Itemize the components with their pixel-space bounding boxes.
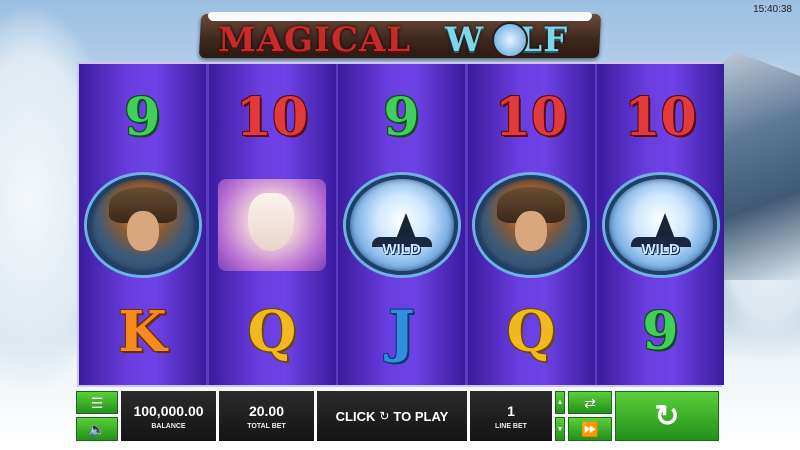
total-bet-value: 20.00 — [248, 402, 285, 419]
wolf-head — [248, 192, 294, 251]
symbol-label: 9 — [642, 301, 679, 362]
white-wolf-icon — [218, 178, 326, 271]
autoplay-button[interactable]: ⇄ — [568, 391, 612, 414]
balance-display: 100,000.00 BALANCE — [121, 391, 216, 441]
symbol-j: J — [338, 278, 465, 385]
symbol-label: Q — [247, 298, 297, 365]
reel-5: 10 WILD 9 — [597, 64, 724, 385]
spin-icon: ↻ — [654, 399, 680, 433]
arrow-up-icon: ▲ — [556, 399, 564, 406]
symbol-label: 9 — [124, 87, 161, 148]
play-suffix: TO PLAY — [393, 408, 449, 424]
symbol-label: 10 — [494, 87, 568, 148]
wolf-silhouette — [654, 212, 675, 239]
symbol-white-wolf — [209, 171, 336, 278]
click-to-play-button[interactable]: CLICK ↻ TO PLAY — [317, 391, 467, 441]
logo-text-magical: MAGICAL — [218, 20, 412, 60]
total-bet-display: 20.00 TOTAL BET — [219, 391, 314, 441]
menu-icon: ☰ — [90, 394, 104, 411]
symbol-label: 10 — [624, 87, 697, 148]
refresh-icon: ↻ — [379, 409, 390, 423]
symbol-label: Q — [506, 298, 556, 365]
play-prefix: CLICK — [335, 408, 376, 424]
logo-moon-icon — [492, 22, 528, 58]
fast-forward-icon: ⏩ — [581, 421, 599, 437]
wolf-silhouette — [395, 212, 416, 239]
face — [126, 210, 159, 251]
fast-forward-button[interactable]: ⏩ — [568, 417, 612, 441]
speaker-icon: 🔈 — [88, 421, 106, 437]
huntress-icon — [475, 174, 587, 275]
symbol-wild: WILD — [338, 171, 465, 278]
symbol-k: K — [79, 278, 206, 385]
spin-button[interactable]: ↻ — [615, 391, 719, 441]
symbol-9: 9 — [338, 64, 465, 171]
howling-wolf-moon-icon: WILD — [345, 174, 458, 275]
symbol-label: 9 — [383, 87, 420, 148]
symbol-wild: WILD — [597, 171, 724, 278]
total-bet-label: TOTAL BET — [247, 422, 286, 430]
reel-2: 10 Q — [208, 64, 336, 385]
symbol-label: J — [388, 298, 415, 365]
reel-3: 9 WILD J — [338, 64, 465, 385]
line-bet-label: LINE BET — [495, 422, 527, 430]
symbol-10: 10 — [597, 64, 724, 171]
line-bet-decrease-button[interactable]: ▼ — [555, 417, 565, 441]
reel-area: 9 K 10 Q 9 WILD J 10 Q 10 WILD 9 — [77, 62, 724, 387]
clock: 15:40:38 — [753, 4, 792, 15]
line-bet-display: 1 LINE BET — [470, 391, 552, 441]
howling-wolf-moon-icon: WILD — [604, 174, 717, 275]
sound-button[interactable]: 🔈 — [76, 417, 118, 441]
symbol-10: 10 — [209, 64, 336, 171]
face — [515, 210, 547, 251]
balance-label: BALANCE — [151, 422, 186, 430]
game-logo: MAGICAL W LF — [198, 8, 602, 62]
symbol-q: Q — [468, 278, 595, 385]
reel-4: 10 Q — [467, 64, 595, 385]
line-bet-increase-button[interactable]: ▲ — [555, 391, 565, 414]
menu-button[interactable]: ☰ — [76, 391, 118, 414]
arrow-down-icon: ▼ — [556, 425, 564, 433]
wild-label: WILD — [382, 240, 421, 258]
wild-label: WILD — [641, 240, 680, 258]
symbol-label: 10 — [235, 87, 309, 148]
symbol-q: Q — [209, 278, 336, 385]
balance-value: 100,000.00 — [133, 402, 204, 419]
symbol-10: 10 — [468, 64, 595, 171]
symbol-huntress — [79, 171, 206, 278]
line-bet-value: 1 — [507, 402, 515, 419]
symbol-9: 9 — [79, 64, 206, 171]
autoplay-icon: ⇄ — [584, 394, 596, 411]
huntress-icon — [86, 174, 199, 275]
reel-1: 9K — [79, 64, 206, 385]
symbol-label: K — [118, 298, 167, 365]
symbol-9: 9 — [597, 278, 724, 385]
symbol-huntress — [468, 171, 595, 278]
control-bar: ☰ 🔈 100,000.00 BALANCE 20.00 TOTAL BET C… — [76, 391, 724, 441]
